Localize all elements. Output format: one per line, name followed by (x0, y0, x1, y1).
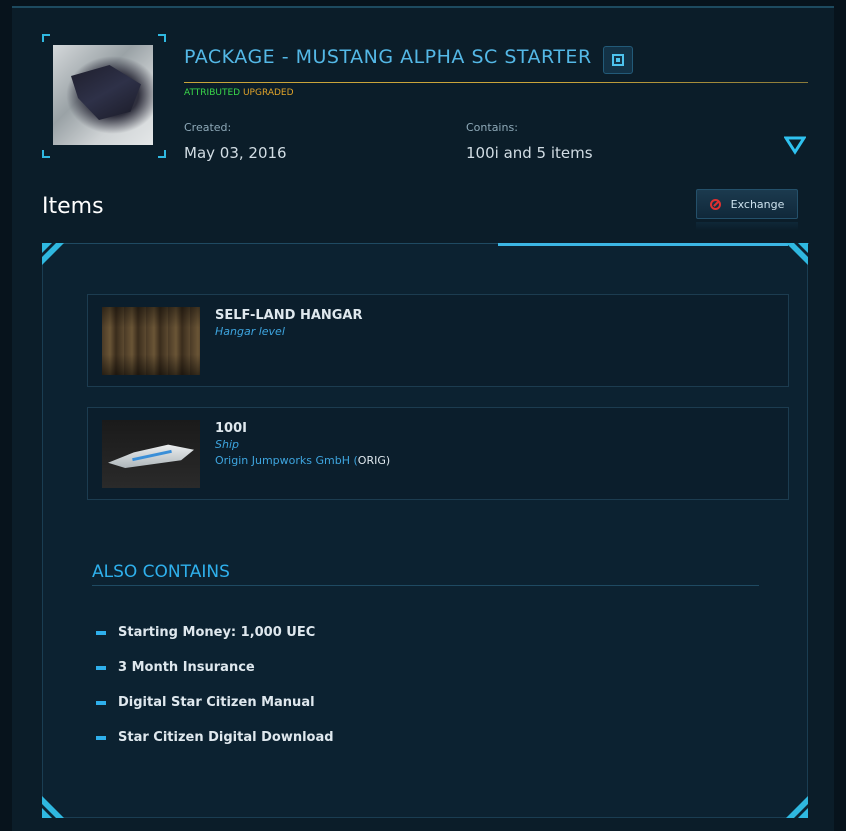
list-item: 3 Month Insurance (96, 650, 334, 685)
panel-corner-tl (42, 243, 64, 265)
panel-corner-bl (42, 796, 64, 818)
panel-corner-br (786, 796, 808, 818)
contains-value: 100i and 5 items (466, 144, 593, 162)
frame-corner (42, 150, 50, 158)
also-contains-heading: ALSO CONTAINS (92, 562, 230, 582)
item-name: 100I (215, 421, 247, 436)
ship-image-shape (71, 65, 141, 120)
panel-top-accent (498, 243, 788, 246)
package-thumbnail-image (53, 45, 153, 145)
created-label: Created: (184, 121, 232, 134)
frame-corner (158, 34, 166, 42)
list-item-label: Starting Money: 1,000 UEC (118, 625, 316, 640)
package-thumbnail-frame[interactable] (42, 34, 166, 158)
exchange-button[interactable]: Exchange (696, 189, 798, 219)
chip-glyph (612, 54, 624, 66)
bullet-icon (96, 665, 106, 670)
manufacturer-close: ) (385, 454, 391, 467)
ship-thumbnail (102, 420, 200, 488)
item-card-ship[interactable]: 100I Ship Origin Jumpworks GmbH (ORIG) (87, 407, 789, 500)
manufacturer-name: Origin Jumpworks GmbH ( (215, 454, 358, 467)
item-manufacturer: Origin Jumpworks GmbH (ORIG) (215, 454, 390, 467)
bullet-icon (96, 630, 106, 635)
items-panel: SELF-LAND HANGAR Hangar level 100I Ship … (42, 243, 809, 818)
list-item-label: 3 Month Insurance (118, 660, 255, 675)
item-card-hangar[interactable]: SELF-LAND HANGAR Hangar level (87, 294, 789, 387)
items-heading: Items (42, 194, 104, 219)
list-item: Digital Star Citizen Manual (96, 685, 334, 720)
ban-icon (709, 198, 721, 210)
created-value: May 03, 2016 (184, 144, 287, 162)
list-item: Starting Money: 1,000 UEC (96, 615, 334, 650)
item-name: SELF-LAND HANGAR (215, 308, 363, 323)
frame-corner (158, 150, 166, 158)
also-contains-underline (92, 585, 759, 586)
panel-corner-tr (786, 243, 808, 265)
list-item-label: Digital Star Citizen Manual (118, 695, 315, 710)
also-contains-list: Starting Money: 1,000 UEC 3 Month Insura… (96, 615, 334, 755)
status-badges: ATTRIBUTED UPGRADED (184, 88, 294, 98)
exchange-label: Exchange (730, 197, 785, 211)
title-underline (184, 82, 808, 83)
contains-label: Contains: (466, 121, 518, 134)
item-kind: Ship (215, 438, 239, 451)
attributed-badge: ATTRIBUTED (184, 88, 241, 98)
list-item: Star Citizen Digital Download (96, 720, 334, 755)
hangar-thumbnail (102, 307, 200, 375)
exchange-button-shadow (696, 222, 798, 230)
bullet-icon (96, 700, 106, 705)
upgraded-badge: UPGRADED (242, 88, 294, 98)
package-title: PACKAGE - MUSTANG ALPHA SC STARTER (184, 46, 592, 68)
chip-icon[interactable] (603, 46, 633, 74)
list-item-label: Star Citizen Digital Download (118, 730, 334, 745)
manufacturer-code: ORIG (357, 454, 386, 467)
bullet-icon (96, 735, 106, 740)
item-kind: Hangar level (215, 325, 285, 338)
frame-corner (42, 34, 50, 42)
chevron-down-icon[interactable] (783, 135, 807, 155)
